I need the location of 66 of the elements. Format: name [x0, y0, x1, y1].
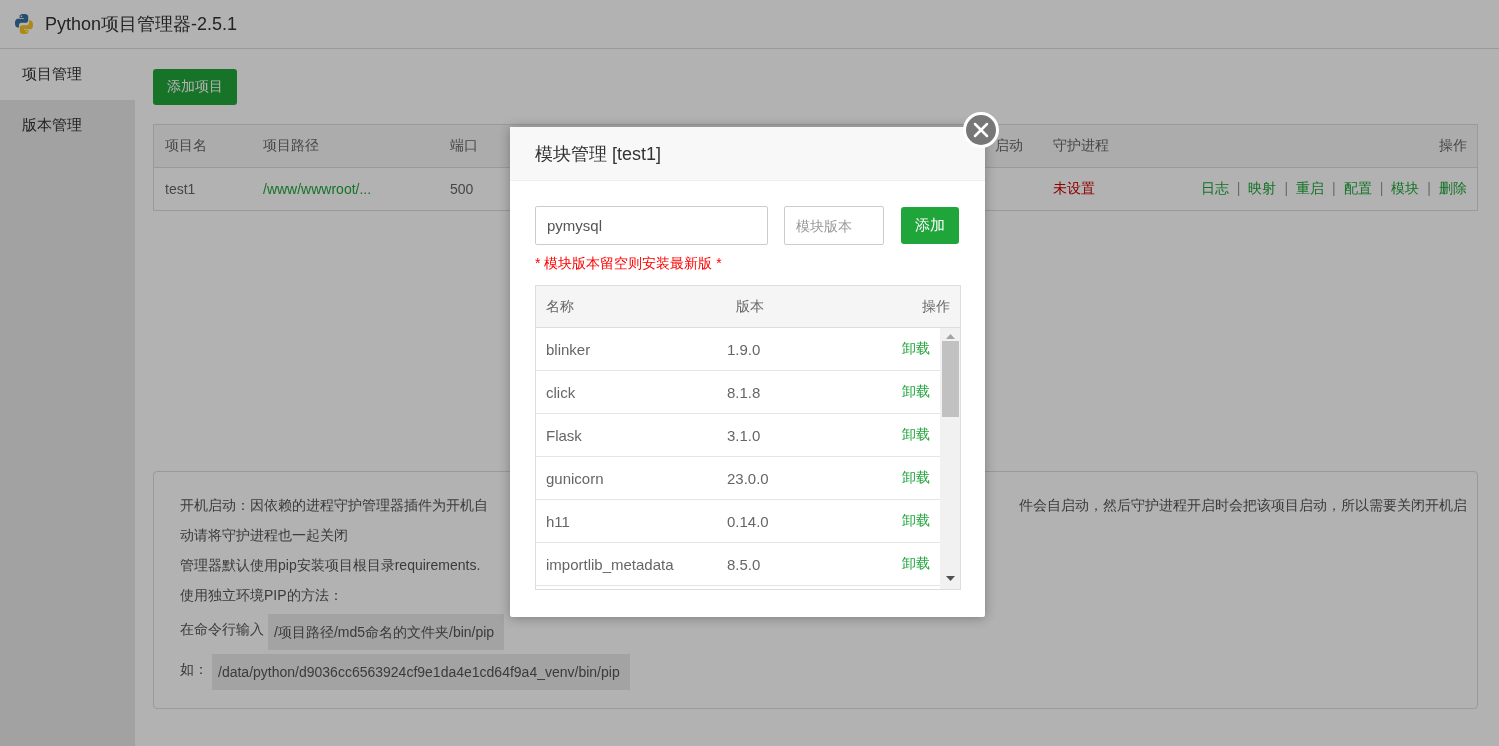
- separator: |: [1379, 180, 1384, 198]
- note-text: 管理器默认使用pip安装项目根目录requirements.: [180, 556, 481, 575]
- action-link[interactable]: 配置: [1343, 180, 1372, 198]
- module-name: h11: [546, 512, 571, 530]
- separator: |: [1236, 180, 1241, 198]
- sidebar-item[interactable]: 项目管理: [0, 49, 135, 100]
- scroll-up-icon[interactable]: [945, 334, 955, 339]
- module-version-field[interactable]: 模块版本: [784, 206, 884, 245]
- uninstall-link[interactable]: 卸载: [902, 383, 930, 401]
- module-version: 23.0.0: [727, 469, 770, 487]
- separator: |: [1332, 180, 1336, 198]
- scrollbar-thumb[interactable]: [941, 341, 959, 417]
- column-header: 操作: [922, 297, 950, 316]
- separator: |: [1284, 180, 1289, 198]
- table-cell: 500: [450, 181, 474, 197]
- module-version: 8.1.8: [727, 383, 762, 401]
- window-title: Python项目管理器-2.5.1: [45, 13, 238, 36]
- note-text: 开机启动：因依赖的进程守护管理器插件为开机自: [180, 496, 488, 515]
- action-link[interactable]: 映射: [1248, 180, 1277, 198]
- column-header: 启动: [995, 137, 1023, 155]
- module-name-field[interactable]: pymysql: [535, 206, 768, 245]
- module-version: 1.9.0: [727, 340, 762, 358]
- sidebar-item[interactable]: 版本管理: [0, 100, 135, 151]
- module-version: 0.14.0: [727, 512, 770, 530]
- note-text: 动请将守护进程也一起关闭: [180, 526, 348, 545]
- uninstall-link[interactable]: 卸载: [902, 426, 930, 444]
- column-header: 端口: [450, 137, 478, 155]
- action-link[interactable]: 删除: [1439, 180, 1467, 198]
- note-text: 如：: [180, 660, 208, 679]
- uninstall-link[interactable]: 卸载: [902, 340, 930, 358]
- note-text: 件会自启动，然后守护进程开启时会把该项目启动，所以需要关闭开机启: [1019, 496, 1467, 515]
- code-snippet: /data/python/d9036cc6563924cf9e1da4e1cd64f9a4_venv/bin/pip: [212, 654, 630, 690]
- module-name: click: [546, 383, 577, 401]
- column-header: 操作: [1439, 137, 1467, 155]
- uninstall-link[interactable]: 卸载: [902, 512, 930, 530]
- add-project-button[interactable]: 添加项目: [153, 69, 237, 105]
- code-snippet: /项目路径/md5命名的文件夹/bin/pip: [268, 614, 505, 650]
- separator: |: [1427, 180, 1431, 198]
- column-header: 名称: [546, 297, 575, 316]
- scrollbar[interactable]: [940, 328, 960, 589]
- column-header: 版本: [736, 297, 765, 316]
- close-icon: [972, 121, 990, 139]
- column-header: 项目路径: [263, 137, 319, 155]
- action-link[interactable]: 重启: [1296, 180, 1325, 198]
- module-version: 8.5.0: [727, 555, 762, 573]
- uninstall-link[interactable]: 卸载: [902, 469, 930, 487]
- action-link[interactable]: 日志: [1200, 180, 1229, 198]
- table-cell: test1: [165, 181, 196, 197]
- hint-text: * 模块版本留空则安装最新版 *: [535, 255, 723, 273]
- module-name: gunicorn: [546, 469, 605, 487]
- python-logo-icon: [13, 13, 35, 35]
- daemon-status[interactable]: 未设置: [1053, 180, 1095, 198]
- action-link[interactable]: 模块: [1391, 180, 1420, 198]
- module-name: importlib_metadata: [546, 555, 675, 573]
- add-button[interactable]: 添加: [901, 207, 959, 244]
- scroll-down-icon[interactable]: [945, 576, 955, 581]
- path-link[interactable]: /www/wwwroot/...: [263, 181, 372, 197]
- note-text: 使用独立环境PIP的方法：: [180, 586, 343, 605]
- column-header: 守护进程: [1053, 137, 1109, 155]
- uninstall-link[interactable]: 卸载: [902, 555, 930, 573]
- column-header: 项目名: [165, 137, 207, 155]
- module-version: 3.1.0: [727, 426, 762, 444]
- module-name: blinker: [546, 340, 592, 358]
- dialog-title: 模块管理 [test1]: [535, 142, 662, 166]
- module-name: Flask: [546, 426, 583, 444]
- note-text: 在命令行输入: [180, 620, 264, 639]
